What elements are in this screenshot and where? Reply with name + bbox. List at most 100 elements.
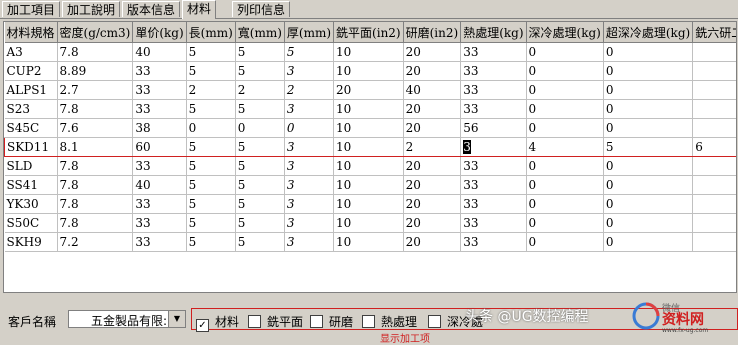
table-cell[interactable]: 0 xyxy=(526,118,604,138)
column-header[interactable]: 寬(mm) xyxy=(235,22,285,43)
table-row[interactable]: S23 7.8 33 5 5 3 10 20 33 0 0 xyxy=(4,99,736,119)
option-checkbox[interactable]: ✓ 材料 xyxy=(196,313,239,332)
checkbox-icon[interactable] xyxy=(248,315,261,328)
table-cell[interactable]: 10 xyxy=(333,118,404,138)
table-cell[interactable]: 20 xyxy=(333,80,404,100)
table-cell[interactable]: 0 xyxy=(526,61,604,81)
table-cell[interactable]: 33 xyxy=(460,61,527,81)
column-header[interactable]: 銑平面(in2) xyxy=(333,22,404,43)
table-cell[interactable]: 2 xyxy=(186,80,236,100)
column-header[interactable]: 超深冷處理(kg) xyxy=(603,22,694,43)
customer-select[interactable]: 五金製品有限: ▼ xyxy=(68,310,186,328)
table-cell[interactable]: 56 xyxy=(460,118,527,138)
table-cell[interactable]: 20 xyxy=(403,61,462,81)
checkbox-icon[interactable] xyxy=(428,315,441,328)
table-cell[interactable]: 10 xyxy=(333,194,404,214)
table-cell[interactable]: 2 xyxy=(403,137,462,157)
table-cell[interactable]: 40 xyxy=(403,80,462,100)
table-cell[interactable]: 5 xyxy=(235,194,285,214)
column-header[interactable]: 長(mm) xyxy=(186,22,236,43)
table-cell[interactable]: 33 xyxy=(460,42,527,62)
table-cell[interactable]: 0 xyxy=(603,80,694,100)
table-row[interactable]: S50C 7.8 33 5 5 3 10 20 33 0 0 xyxy=(4,213,736,233)
table-cell[interactable]: 5 xyxy=(186,156,236,176)
checkmark-icon[interactable]: ✓ xyxy=(196,319,209,332)
table-cell[interactable]: 10 xyxy=(333,232,404,252)
table-cell[interactable] xyxy=(692,42,736,62)
table-cell[interactable]: 5 xyxy=(235,175,285,195)
table-cell[interactable]: 20 xyxy=(403,99,462,119)
table-cell[interactable]: 40 xyxy=(132,42,187,62)
table-cell[interactable]: 0 xyxy=(186,118,236,138)
table-cell[interactable]: 2 xyxy=(235,80,285,100)
table-cell[interactable]: 2 xyxy=(284,80,335,100)
table-cell[interactable]: 3 xyxy=(284,99,335,119)
tab-3[interactable]: 材料 xyxy=(182,0,217,19)
table-row[interactable]: SKD11 8.1 60 5 5 3 10 2 3 4 5 6 xyxy=(4,137,736,157)
table-row[interactable]: SS41 7.8 40 5 5 3 10 20 33 0 0 xyxy=(4,175,736,195)
table-cell[interactable]: 40 xyxy=(132,175,187,195)
table-cell[interactable]: 10 xyxy=(333,99,404,119)
table-cell[interactable]: SLD xyxy=(4,156,58,176)
table-row[interactable]: SKH9 7.2 33 5 5 3 10 20 33 0 0 xyxy=(4,232,736,252)
table-cell[interactable]: 33 xyxy=(132,194,187,214)
table-cell[interactable] xyxy=(692,213,736,233)
table-row[interactable]: CUP2 8.89 33 5 5 3 10 20 33 0 0 xyxy=(4,61,736,81)
table-cell[interactable]: 5 xyxy=(186,175,236,195)
table-cell[interactable]: SKD11 xyxy=(4,137,58,157)
table-cell[interactable]: 0 xyxy=(526,42,604,62)
table-cell[interactable]: 20 xyxy=(403,175,462,195)
table-cell[interactable]: 33 xyxy=(132,61,187,81)
table-cell[interactable]: 0 xyxy=(526,213,604,233)
table-cell[interactable]: 5 xyxy=(186,42,236,62)
table-cell[interactable]: 33 xyxy=(132,80,187,100)
column-header[interactable]: 深冷處理(kg) xyxy=(526,22,604,43)
table-cell[interactable] xyxy=(692,99,736,119)
table-cell[interactable]: 60 xyxy=(132,137,187,157)
table-cell[interactable]: 5 xyxy=(186,99,236,119)
table-cell[interactable]: 5 xyxy=(235,213,285,233)
table-cell[interactable]: 20 xyxy=(403,42,462,62)
table-cell[interactable]: 10 xyxy=(333,137,404,157)
table-cell[interactable]: 20 xyxy=(403,156,462,176)
table-cell[interactable]: 3 xyxy=(284,61,335,81)
table-cell[interactable]: 0 xyxy=(603,42,694,62)
table-cell[interactable]: 0 xyxy=(526,80,604,100)
table-cell[interactable]: 0 xyxy=(603,61,694,81)
table-cell[interactable]: 33 xyxy=(132,156,187,176)
table-cell[interactable]: 8.89 xyxy=(57,61,134,81)
table-cell[interactable]: 4 xyxy=(526,137,604,157)
table-cell[interactable]: 7.6 xyxy=(57,118,134,138)
table-cell[interactable]: 0 xyxy=(526,156,604,176)
table-cell[interactable] xyxy=(692,232,736,252)
table-cell[interactable]: 10 xyxy=(333,156,404,176)
table-cell[interactable]: 0 xyxy=(603,175,694,195)
table-cell[interactable]: 5 xyxy=(235,42,285,62)
table-cell[interactable]: 7.8 xyxy=(57,213,134,233)
table-row[interactable]: A3 7.8 40 5 5 5 10 20 33 0 0 xyxy=(4,42,736,62)
table-cell[interactable] xyxy=(692,175,736,195)
table-cell[interactable] xyxy=(692,80,736,100)
table-cell[interactable]: 20 xyxy=(403,118,462,138)
table-cell[interactable]: 20 xyxy=(403,194,462,214)
column-header[interactable]: 厚(mm) xyxy=(284,22,335,43)
table-row[interactable]: YK30 7.8 33 5 5 3 10 20 33 0 0 xyxy=(4,194,736,214)
table-cell[interactable]: 5 xyxy=(186,213,236,233)
table-cell[interactable]: 38 xyxy=(132,118,187,138)
checkbox-icon[interactable] xyxy=(362,315,375,328)
table-cell[interactable]: 5 xyxy=(235,99,285,119)
column-header[interactable]: 銑六研二(in2) xyxy=(692,22,736,43)
tab-0[interactable]: 加工項目 xyxy=(2,1,61,17)
table-cell[interactable]: YK30 xyxy=(4,194,58,214)
option-checkbox[interactable]: 銑平面 xyxy=(248,313,303,330)
table-cell[interactable]: S45C xyxy=(4,118,58,138)
table-cell[interactable]: 33 xyxy=(132,99,187,119)
table-cell[interactable]: 7.2 xyxy=(57,232,134,252)
table-cell[interactable]: 0 xyxy=(603,213,694,233)
table-cell[interactable]: 10 xyxy=(333,213,404,233)
table-cell[interactable]: 5 xyxy=(235,61,285,81)
table-cell[interactable]: 20 xyxy=(403,213,462,233)
table-cell[interactable]: 5 xyxy=(186,194,236,214)
table-cell[interactable]: 33 xyxy=(460,80,527,100)
table-cell[interactable]: 7.8 xyxy=(57,156,134,176)
